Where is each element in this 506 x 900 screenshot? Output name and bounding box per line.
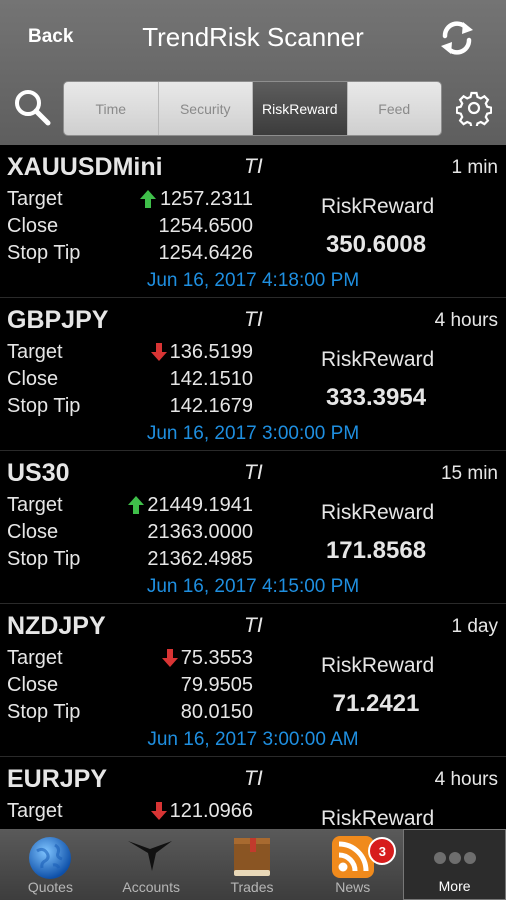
signal-card[interactable]: NZDJPY TI 1 day Target Close Stop Tip 75… [0,604,506,757]
symbol-label: EURJPY [7,765,108,793]
filter-segmented-control: Time Security RiskReward Feed [63,81,442,136]
timeframe-label: 15 min [440,463,498,484]
timeframe-label: 4 hours [434,769,498,790]
target-label: Target [7,188,63,210]
segment-feed[interactable]: Feed [348,82,442,135]
symbol-label: GBPJPY [7,306,109,334]
close-label: Close [7,521,59,543]
arrow-up-icon [128,496,144,514]
stop-value: 80.0150 [180,701,253,723]
tab-label: Trades [230,879,274,895]
timeframe-label: 1 day [451,616,498,637]
segment-riskreward[interactable]: RiskReward [253,82,348,135]
bird-logo-icon [128,841,173,871]
signal-date: Jun 16, 2017 4:15:00 PM [146,576,360,597]
stop-value: 142.1679 [169,395,253,417]
ti-label: TI [244,767,263,790]
signal-card[interactable]: GBPJPY TI 4 hours Target Close Stop Tip … [0,298,506,451]
bottom-tab-bar: Quotes Accounts Trades 3 News More [0,829,506,900]
tab-label: Accounts [122,879,180,895]
tab-label: More [438,878,471,894]
arrow-up-icon [140,190,156,208]
target-label: Target [7,341,63,363]
riskreward-label: RiskReward [321,348,435,371]
close-label: Close [7,674,59,696]
target-value: 75.3553 [180,647,253,669]
search-icon[interactable] [12,88,52,128]
arrow-down-icon [151,802,167,820]
book-icon [233,838,270,876]
symbol-label: US30 [7,459,70,487]
riskreward-label: RiskReward [321,195,435,218]
signal-card[interactable]: EURJPY TI 4 hours Target 121.0966 RiskRe… [0,757,506,829]
riskreward-label: RiskReward [321,501,435,524]
page-title: TrendRisk Scanner [142,22,364,52]
tab-label: Quotes [27,879,73,895]
stop-label: Stop Tip [7,548,81,570]
stop-label: Stop Tip [7,242,81,264]
riskreward-value: 333.3954 [325,384,427,411]
tab-news[interactable]: 3 News [302,829,403,900]
signal-date: Jun 16, 2017 4:18:00 PM [146,270,360,291]
segment-security[interactable]: Security [159,82,253,135]
close-value: 1254.6500 [158,215,253,237]
gear-icon[interactable] [456,90,492,126]
signal-list[interactable]: XAUUSDMini TI 1 min Target Close Stop Ti… [0,145,506,829]
timeframe-label: 1 min [451,157,498,178]
ti-label: TI [244,155,263,178]
target-value: 1257.2311 [159,188,253,210]
riskreward-label: RiskReward [321,807,435,829]
stop-label: Stop Tip [7,395,81,417]
tab-more[interactable]: More [403,829,506,900]
riskreward-label: RiskReward [321,654,435,677]
stop-label: Stop Tip [7,701,81,723]
tab-trades[interactable]: Trades [202,829,303,900]
ti-label: TI [244,308,263,331]
news-badge: 3 [368,837,397,865]
close-label: Close [7,368,59,390]
stop-value: 1254.6426 [158,242,253,264]
target-value: 21449.1941 [147,494,253,516]
stop-value: 21362.4985 [147,548,253,570]
close-value: 79.9505 [180,674,253,696]
tab-accounts[interactable]: Accounts [101,829,202,900]
close-value: 142.1510 [169,368,253,390]
segment-time[interactable]: Time [64,82,159,135]
signal-date: Jun 16, 2017 3:00:00 PM [146,423,360,444]
more-dots-icon [433,852,476,864]
close-value: 21363.0000 [147,521,253,543]
tab-label: News [335,879,371,895]
timeframe-label: 4 hours [434,310,498,331]
signal-date: Jun 16, 2017 3:00:00 AM [147,729,359,750]
signal-card[interactable]: US30 TI 15 min Target Close Stop Tip 214… [0,451,506,604]
target-label: Target [7,647,63,669]
riskreward-value: 171.8568 [325,537,427,564]
target-value: 136.5199 [169,341,253,363]
target-label: Target [7,800,63,822]
close-label: Close [7,215,59,237]
refresh-icon[interactable] [437,18,477,58]
arrow-down-icon [162,649,178,667]
ti-label: TI [244,461,263,484]
signal-card[interactable]: XAUUSDMini TI 1 min Target Close Stop Ti… [0,145,506,298]
ti-label: TI [244,614,263,637]
symbol-label: NZDJPY [7,612,106,640]
globe-icon [29,837,72,879]
riskreward-value: 350.6008 [325,231,427,258]
tab-quotes[interactable]: Quotes [0,829,101,900]
target-label: Target [7,494,63,516]
rss-icon [331,836,374,878]
target-value: 121.0966 [169,800,253,822]
arrow-down-icon [151,343,167,361]
header-bar: Back TrendRisk Scanner Time Security Ris… [0,0,506,145]
riskreward-value: 71.2421 [332,690,420,717]
symbol-label: XAUUSDMini [7,153,163,181]
